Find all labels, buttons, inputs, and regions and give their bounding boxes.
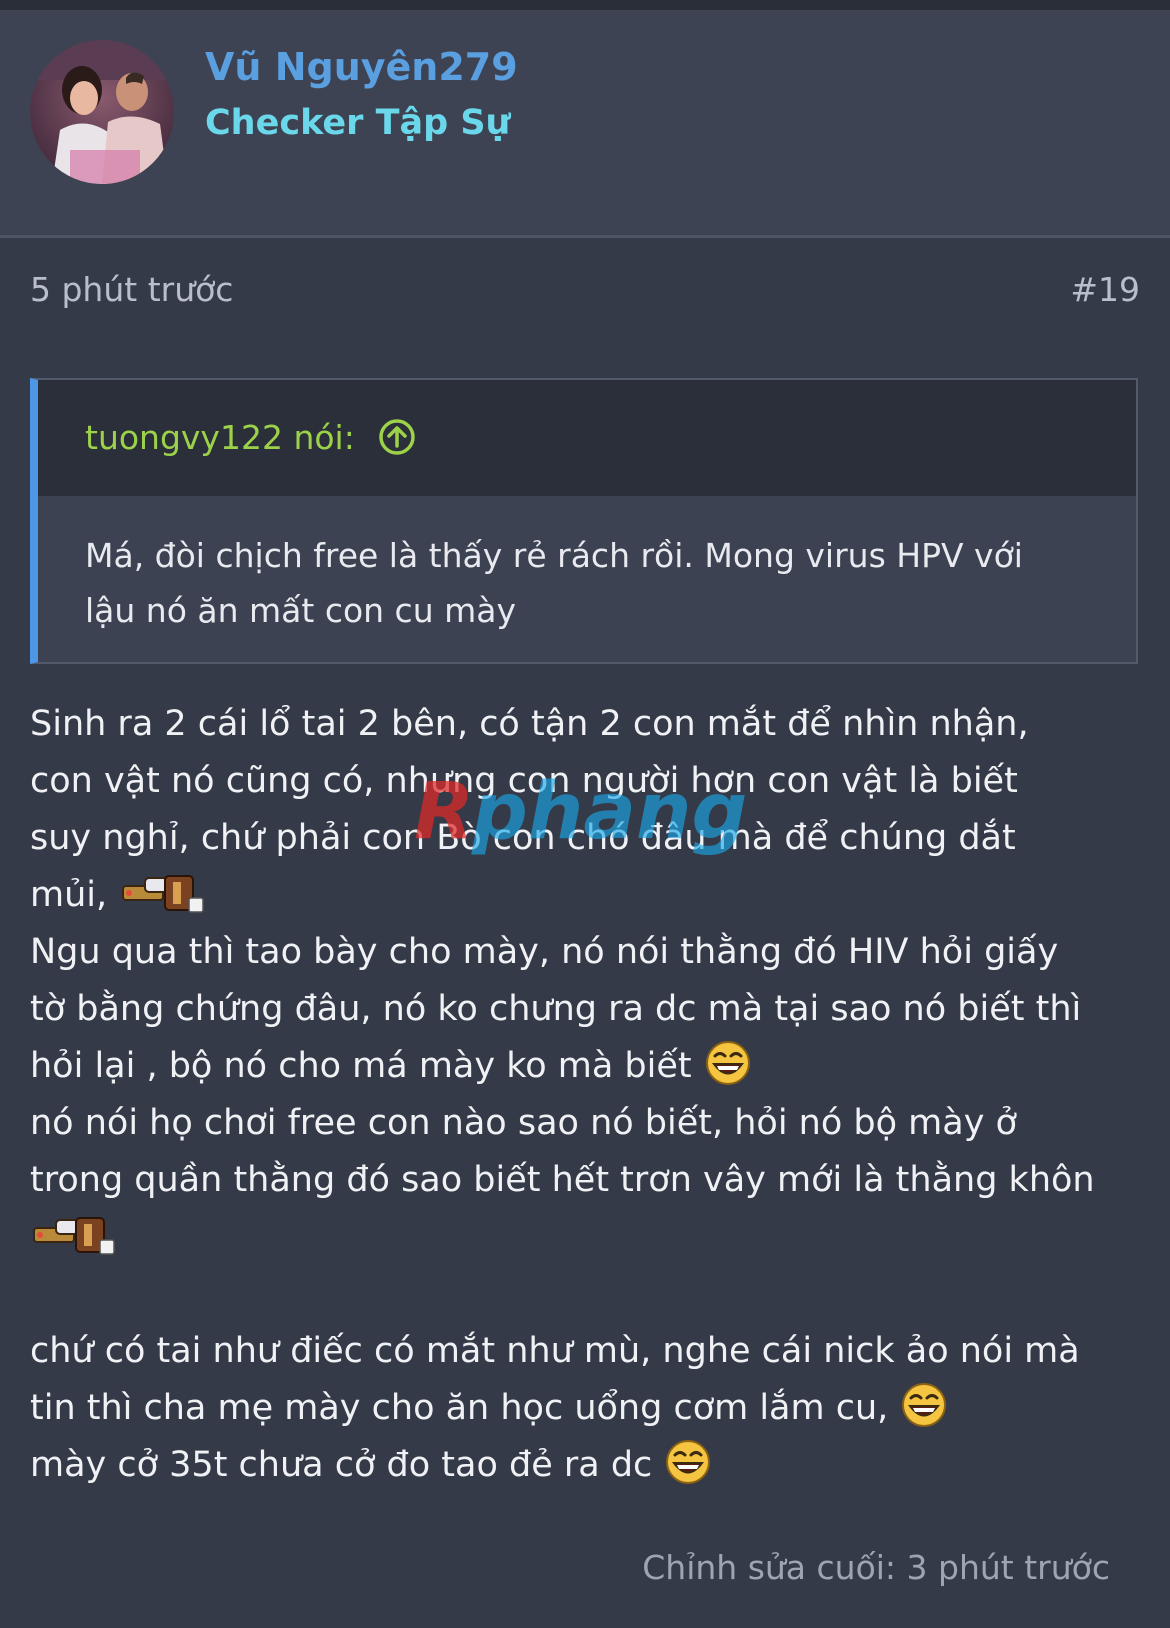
post-line: trong quần thằng đó sao biết hết trơn vâ…: [30, 1160, 1095, 1200]
top-divider: [0, 0, 1170, 10]
quote-header: tuongvy122 nói:: [38, 380, 1136, 496]
post-line-text: mủi,: [30, 875, 108, 915]
post-line-text: tin thì cha mẹ mày cho ăn học uổng cơm l…: [30, 1388, 889, 1428]
post-line-with-emoji: tin thì cha mẹ mày cho ăn học uổng cơm l…: [30, 1380, 1140, 1437]
post-line: Sinh ra 2 cái lổ tai 2 bên, có tận 2 con…: [30, 704, 1029, 744]
post-line: tờ bằng chứng đâu, nó ko chưng ra dc mà …: [30, 989, 1082, 1029]
post-line-text: hỏi lại , bộ nó cho má mày ko mà biết: [30, 1046, 692, 1086]
laugh-emoji-icon: [900, 1381, 948, 1429]
watermark-logo: R phang: [410, 767, 770, 860]
watermark-text-r: R: [414, 770, 474, 857]
quote-line: lậu nó ăn mất con cu mày: [85, 591, 516, 630]
watermark-text-rest: phang: [471, 770, 747, 857]
post-author-header: Vũ Nguyên279 Checker Tập Sự: [0, 10, 1170, 238]
quote-content: Má, đòi chịch free là thấy rẻ rách rồi. …: [85, 528, 1085, 638]
post-line-with-emoji: mày cở 35t chưa cở đo tao đẻ ra dc: [30, 1437, 1140, 1494]
quote-author[interactable]: tuongvy122 nói:: [85, 418, 355, 457]
username-link[interactable]: Vũ Nguyên279: [205, 45, 518, 89]
laugh-emoji-icon: [704, 1039, 752, 1087]
laugh-emoji-icon: [664, 1438, 712, 1486]
arrow-up-circle-icon[interactable]: [378, 418, 416, 456]
user-rank-title: Checker Tập Sự: [205, 103, 511, 143]
sticker-line: [30, 1209, 1140, 1266]
quote-block: tuongvy122 nói: Má, đòi chịch free là th…: [30, 378, 1138, 664]
avatar[interactable]: [30, 40, 174, 184]
last-edited-note: Chỉnh sửa cuối: 3 phút trước: [642, 1548, 1110, 1587]
post-line-with-emoji: mủi,: [30, 867, 1140, 924]
gun-sticker-icon: [30, 1210, 116, 1262]
post-line-with-emoji: hỏi lại , bộ nó cho má mày ko mà biết: [30, 1038, 1140, 1095]
post-line: nó nói họ chơi free con nào sao nó biết,…: [30, 1103, 1017, 1143]
post-line: Ngu qua thì tao bày cho mày, nó nói thằn…: [30, 932, 1059, 972]
gun-sticker-icon: [119, 868, 205, 920]
post-line: chứ có tai như điếc có mắt như mù, nghe …: [30, 1331, 1080, 1371]
post-number-link[interactable]: #19: [1070, 270, 1140, 309]
post-line-text: mày cở 35t chưa cở đo tao đẻ ra dc: [30, 1445, 653, 1485]
post-timestamp[interactable]: 5 phút trước: [30, 270, 233, 309]
quote-line: Má, đòi chịch free là thấy rẻ rách rồi. …: [85, 536, 1023, 575]
